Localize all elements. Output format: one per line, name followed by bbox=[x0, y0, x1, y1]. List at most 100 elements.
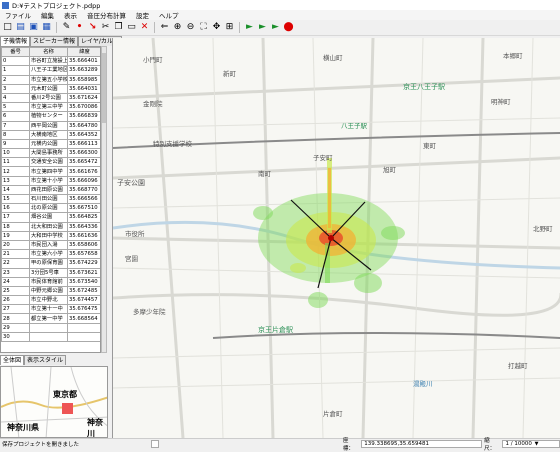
table-row[interactable]: 11 交通安全公園 35.665472 bbox=[1, 157, 100, 168]
delete-icon[interactable]: ✕ bbox=[139, 22, 150, 33]
menu-settings[interactable]: 設定 bbox=[131, 10, 154, 20]
cell-number: 9 bbox=[1, 138, 30, 150]
table-row[interactable]: 25 中野元郷公園 35.672485 bbox=[1, 285, 100, 297]
map-label: 特別支援学校 bbox=[153, 140, 192, 148]
tab-display-style[interactable]: 表示スタイル bbox=[24, 355, 67, 365]
menu-edit[interactable]: 編集 bbox=[36, 10, 59, 20]
move-point-icon[interactable]: ↘ bbox=[87, 22, 98, 33]
main-map[interactable]: 横山町 小門町 新町 八王子駅 京王八王子駅 金剛院 本郷町 子安町 南町 特別… bbox=[112, 38, 560, 438]
tab-overview[interactable]: 全体図 bbox=[0, 355, 25, 365]
cell-number: 26 bbox=[1, 295, 30, 306]
table-row[interactable]: 10 大間島事務所 35.666300 bbox=[1, 148, 100, 159]
cut-icon[interactable]: ✂ bbox=[100, 22, 111, 33]
cell-number: 1 bbox=[1, 65, 30, 76]
new-file-icon[interactable]: □ bbox=[2, 22, 13, 33]
column-header-latitude[interactable]: 緯度 bbox=[67, 47, 100, 58]
cell-latitude bbox=[67, 331, 100, 343]
table-row[interactable]: 26 市立中野北 35.674457 bbox=[1, 295, 100, 306]
menu-calc[interactable]: 音圧分布計算 bbox=[82, 10, 131, 20]
cell-number: 13 bbox=[1, 175, 30, 186]
table-row[interactable]: 8 大横南地区 35.664352 bbox=[1, 129, 100, 140]
table-row[interactable]: 9 元横内公園 35.666113 bbox=[1, 138, 100, 150]
table-row[interactable]: 19 大和田中学校 35.661636 bbox=[1, 230, 100, 241]
run-partial-icon[interactable]: ► bbox=[270, 22, 281, 33]
table-row[interactable]: 17 畑谷公園 35.664825 bbox=[1, 212, 100, 223]
table-row[interactable]: 18 北大和田公園 35.664336 bbox=[1, 221, 100, 232]
table-row[interactable]: 23 3分団5号車 35.673621 bbox=[1, 267, 100, 278]
cell-number: 8 bbox=[1, 129, 30, 140]
save-icon[interactable]: ▣ bbox=[28, 22, 39, 33]
cell-latitude: 35.666566 bbox=[67, 193, 100, 205]
cell-latitude: 35.667510 bbox=[67, 203, 100, 214]
cell-number: 3 bbox=[1, 83, 30, 94]
overview-map[interactable]: 東京都 神奈川県 神奈川 bbox=[0, 366, 108, 438]
table-row[interactable]: 7 西平岡公園 35.664780 bbox=[1, 120, 100, 131]
cell-number: 12 bbox=[1, 166, 30, 177]
stop-icon[interactable]: ⬤ bbox=[283, 22, 294, 33]
table-row[interactable]: 21 市立第六小学 35.657658 bbox=[1, 249, 100, 260]
tab-speaker-info[interactable]: スピーカー情報 bbox=[30, 36, 79, 46]
back-icon[interactable]: ⇐ bbox=[159, 22, 170, 33]
run-all-icon[interactable]: ► bbox=[244, 22, 255, 33]
table-scrollbar[interactable] bbox=[101, 46, 107, 353]
save-as-icon[interactable]: ▦ bbox=[41, 22, 52, 33]
table-row[interactable]: 24 市民体育館前 35.673540 bbox=[1, 276, 100, 287]
menu-view[interactable]: 表示 bbox=[59, 10, 82, 20]
overview-viewport-box[interactable] bbox=[62, 403, 73, 414]
open-folder-icon[interactable]: ▤ bbox=[15, 22, 26, 33]
run-selected-icon[interactable]: ► bbox=[257, 22, 268, 33]
scale-select[interactable]: 1 / 10000 ▼ bbox=[502, 439, 560, 448]
table-row[interactable]: 1 八王子工業地区 35.663289 bbox=[1, 65, 100, 76]
cell-latitude: 35.666113 bbox=[67, 138, 100, 150]
cell-latitude bbox=[67, 322, 100, 333]
cell-number: 4 bbox=[1, 92, 30, 104]
cell-latitude: 35.664352 bbox=[67, 129, 100, 140]
table-row[interactable]: 30 bbox=[1, 331, 100, 343]
cell-number: 30 bbox=[1, 331, 30, 343]
table-row[interactable]: 14 西花田原公園 35.668770 bbox=[1, 184, 100, 196]
zoom-out-icon[interactable]: ⊖ bbox=[185, 22, 196, 33]
table-row[interactable]: 12 市立第四中学 35.661676 bbox=[1, 166, 100, 177]
toolbar: □ ▤ ▣ ▦ ✎ • ↘ ✂ ❐ ▭ ✕ ⇐ ⊕ ⊖ ⛶ ✥ ⊞ ► ► ► … bbox=[0, 20, 560, 36]
table-row[interactable]: 5 市立第三中学 35.670086 bbox=[1, 102, 100, 113]
status-indicator bbox=[150, 439, 159, 448]
scrollbar-thumb[interactable] bbox=[102, 53, 106, 123]
column-header-number[interactable]: 番号 bbox=[1, 47, 30, 58]
cell-latitude: 35.668770 bbox=[67, 184, 100, 196]
menu-file[interactable]: ファイル bbox=[0, 10, 36, 20]
menu-help[interactable]: ヘルプ bbox=[154, 10, 184, 20]
speaker-point[interactable] bbox=[328, 235, 334, 241]
table-row[interactable]: 20 市民団入湯 35.658606 bbox=[1, 239, 100, 251]
pen-icon[interactable]: ✎ bbox=[61, 22, 72, 33]
scale-value: 1 / 10000 bbox=[505, 440, 532, 447]
toolbar-separator bbox=[154, 22, 155, 33]
cell-name: 3分団5号車 bbox=[29, 267, 68, 278]
table-row[interactable]: 0 市谷町立施設上 35.666401 bbox=[1, 56, 100, 67]
toolbar-separator bbox=[239, 22, 240, 33]
cell-name: 北大和田公園 bbox=[29, 221, 68, 232]
copy-icon[interactable]: ❐ bbox=[113, 22, 124, 33]
add-point-icon[interactable]: • bbox=[74, 22, 85, 33]
column-header-name[interactable]: 名称 bbox=[29, 47, 68, 58]
paste-icon[interactable]: ▭ bbox=[126, 22, 137, 33]
fit-icon[interactable]: ⛶ bbox=[198, 22, 209, 33]
table-row[interactable]: 4 番川2号公園 35.671624 bbox=[1, 92, 100, 104]
overview-label-kanagawa-left: 神奈川県 bbox=[7, 423, 39, 432]
table-row[interactable]: 27 市立第十一中 35.676475 bbox=[1, 304, 100, 315]
table-row[interactable]: 29 bbox=[1, 322, 100, 333]
table-row[interactable]: 22 甲の原保育園 35.674229 bbox=[1, 258, 100, 269]
cell-latitude: 35.664336 bbox=[67, 221, 100, 232]
table-row[interactable]: 28 都立第一中学 35.668564 bbox=[1, 313, 100, 324]
cell-number: 29 bbox=[1, 322, 30, 333]
overview-label-kanagawa-right: 神奈川 bbox=[87, 418, 103, 438]
table-row[interactable]: 2 市立第五小学校 35.658985 bbox=[1, 74, 100, 85]
table-row[interactable]: 16 北の原公園 35.667510 bbox=[1, 203, 100, 214]
pan-icon[interactable]: ✥ bbox=[211, 22, 222, 33]
table-row[interactable]: 6 植物センター 35.666839 bbox=[1, 111, 100, 122]
table-row[interactable]: 3 元木町公園 35.664031 bbox=[1, 83, 100, 94]
tab-handset-info[interactable]: 子機情報 bbox=[0, 36, 31, 46]
table-row[interactable]: 13 市立第十小学 35.666096 bbox=[1, 175, 100, 186]
table-row[interactable]: 15 石川田公園 35.666566 bbox=[1, 193, 100, 205]
select-icon[interactable]: ⊞ bbox=[224, 22, 235, 33]
zoom-in-icon[interactable]: ⊕ bbox=[172, 22, 183, 33]
